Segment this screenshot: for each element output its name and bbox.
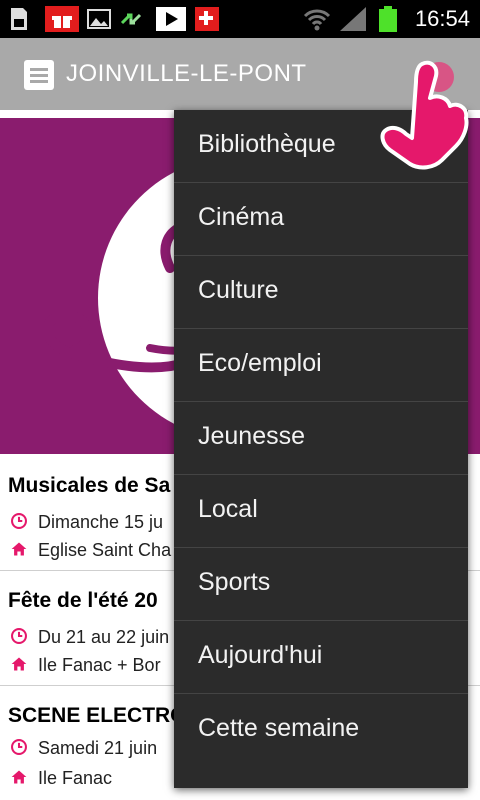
event-place-row: Ile Fanac: [8, 768, 112, 789]
event-date-row: Du 21 au 22 juin: [8, 627, 169, 648]
home-icon: [11, 770, 27, 784]
menu-item-eco-emploi[interactable]: Eco/emploi: [174, 329, 468, 402]
event-place-row: Eglise Saint Cha: [8, 540, 171, 561]
menu-item-cette-semaine[interactable]: Cette semaine: [174, 694, 468, 766]
home-icon: [11, 542, 27, 556]
clock-icon: [11, 739, 27, 755]
menu-item-cinema[interactable]: Cinéma: [174, 183, 468, 256]
menu-item-label: Cinéma: [198, 203, 285, 231]
clock-icon: [11, 513, 27, 529]
menu-item-sports[interactable]: Sports: [174, 548, 468, 621]
battery-icon: [379, 6, 397, 32]
menu-item-aujourdhui[interactable]: Aujourd'hui: [174, 621, 468, 694]
sd-card-icon: [11, 8, 27, 30]
menu-item-label: Local: [198, 495, 258, 523]
pointer-hand-icon: [380, 60, 469, 170]
menu-item-label: Eco/emploi: [198, 349, 322, 377]
clock-icon: [11, 628, 27, 644]
event-title: SCENE ELECTRO: [8, 704, 187, 727]
event-date: Dimanche 15 ju: [38, 512, 164, 532]
event-place: Ile Fanac + Bor: [38, 655, 161, 675]
wifi-icon: [303, 9, 331, 31]
event-title: Fête de l'été 20: [8, 589, 158, 612]
event-title: Musicales de Sa: [8, 474, 171, 497]
app-title: JOINVILLE-LE-PONT: [66, 60, 307, 87]
image-icon: [87, 9, 111, 29]
status-bar: 16:54: [0, 0, 480, 38]
event-place-row: Ile Fanac + Bor: [8, 655, 161, 676]
menu-item-label: Aujourd'hui: [198, 641, 323, 669]
gift-icon: [45, 6, 79, 32]
event-date-row: Samedi 21 juin: [8, 738, 157, 759]
menu-item-label: Bibliothèque: [198, 130, 336, 158]
home-icon: [11, 657, 27, 671]
event-place: Ile Fanac: [38, 768, 113, 788]
clock: 16:54: [414, 6, 470, 31]
event-date: Du 21 au 22 juin: [38, 627, 170, 647]
menu-item-label: Culture: [198, 276, 279, 304]
menu-item-culture[interactable]: Culture: [174, 256, 468, 329]
overflow-menu: Bibliothèque Cinéma Culture Eco/emploi J…: [174, 110, 468, 788]
menu-item-jeunesse[interactable]: Jeunesse: [174, 402, 468, 475]
swiss-plus-icon: [195, 7, 219, 31]
event-date: Samedi 21 juin: [38, 738, 158, 758]
play-store-icon: [156, 7, 186, 31]
event-place: Eglise Saint Cha: [38, 540, 172, 560]
menu-item-label: Sports: [198, 568, 271, 596]
menu-item-label: Jeunesse: [198, 422, 306, 450]
app-menu-icon[interactable]: [24, 60, 54, 90]
menu-item-label: Cette semaine: [198, 714, 360, 742]
arrows-icon: [120, 13, 142, 25]
menu-item-local[interactable]: Local: [174, 475, 468, 548]
signal-icon: [340, 7, 366, 31]
event-date-row: Dimanche 15 ju: [8, 512, 163, 533]
